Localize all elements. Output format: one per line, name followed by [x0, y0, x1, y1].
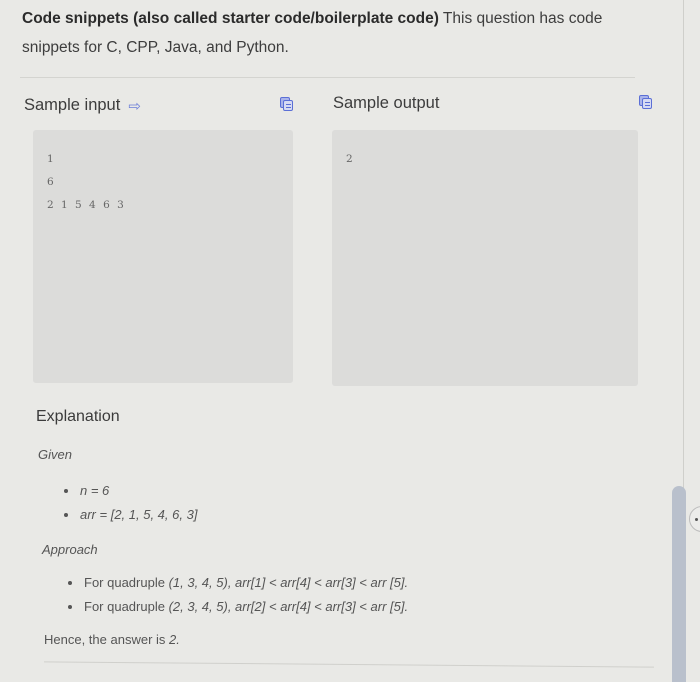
given-list: n = 6 arr = [2, 1, 5, 4, 6, 3] [62, 479, 197, 527]
approach-prefix: For quadruple [84, 575, 169, 590]
sample-output-heading: Sample output [333, 94, 439, 113]
approach-expr: , arr[1] < arr[4] < arr[3] < arr [5]. [227, 575, 409, 590]
given-item: n = 6 [62, 479, 197, 503]
copy-input-icon[interactable] [280, 97, 294, 111]
copy-output-icon[interactable] [639, 95, 653, 109]
approach-expr: , arr[2] < arr[4] < arr[3] < arr [5]. [227, 599, 409, 614]
conclusion-value: 2. [169, 632, 180, 647]
given-label: Given [38, 447, 72, 462]
conclusion-prefix: Hence, the answer is [44, 632, 170, 647]
drag-handle[interactable] [689, 506, 700, 532]
sample-output-title: Sample output [333, 94, 440, 112]
conclusion: Hence, the answer is 2. [44, 632, 180, 647]
approach-item: For quadruple (2, 3, 4, 5), arr[2] < arr… [66, 595, 408, 619]
intro-bold: Code snippets (also called starter code/… [22, 10, 439, 27]
divider [20, 77, 635, 78]
input-line: 1 [47, 153, 56, 165]
given-item: arr = [2, 1, 5, 4, 6, 3] [62, 503, 197, 527]
input-line: 2 1 5 4 6 3 [47, 199, 126, 211]
scrollbar-thumb[interactable] [672, 486, 686, 682]
sample-input-title: Sample input [24, 96, 121, 114]
explanation-title: Explanation [36, 408, 120, 425]
approach-tuple: (1, 3, 4, 5) [168, 575, 228, 590]
approach-item: For quadruple (1, 3, 4, 5), arr[1] < arr… [66, 571, 408, 595]
approach-tuple: (2, 3, 4, 5) [168, 599, 228, 614]
sample-output-box: 2 [332, 130, 638, 386]
output-line: 2 [346, 153, 355, 165]
sample-input-heading: Sample input ⇨ [24, 96, 141, 115]
arrow-right-icon[interactable]: ⇨ [128, 97, 141, 115]
intro-text: Code snippets (also called starter code/… [22, 4, 642, 62]
approach-prefix: For quadruple [84, 599, 169, 614]
input-line: 6 [47, 176, 56, 188]
divider [44, 661, 654, 668]
approach-list: For quadruple (1, 3, 4, 5), arr[1] < arr… [66, 571, 408, 619]
approach-label: Approach [42, 542, 98, 557]
sample-input-box: 1 6 2 1 5 4 6 3 [33, 130, 293, 383]
